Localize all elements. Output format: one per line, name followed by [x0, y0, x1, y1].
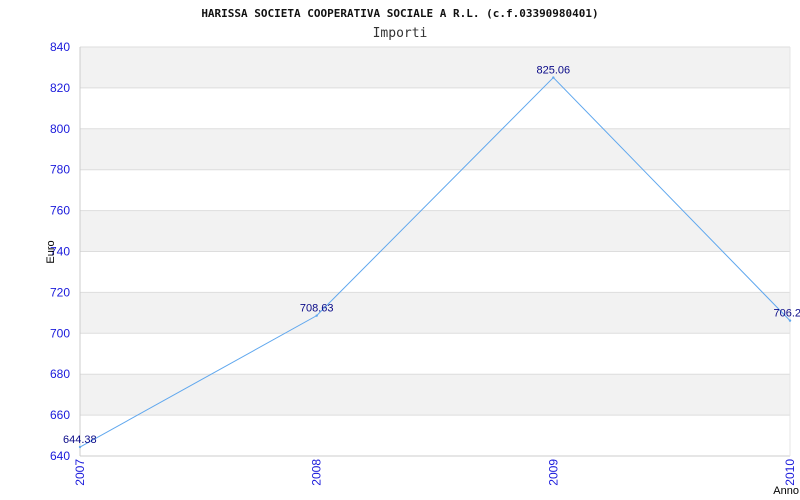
data-point: [552, 76, 555, 79]
y-tick-label: 760: [50, 204, 70, 218]
data-point: [78, 445, 82, 449]
data-label: 644.38: [63, 434, 97, 446]
x-tick-label: 2010: [783, 459, 797, 486]
y-tick-label: 800: [50, 122, 70, 136]
chart: 640 660 680 700 720 740 760 780 800 820 840 2007 20…: [0, 0, 800, 500]
chart-subtitle: Importi: [373, 26, 428, 41]
y-tick-label: 660: [50, 408, 70, 422]
data-label: 825.06: [537, 65, 571, 77]
y-tick-label: 840: [50, 40, 70, 54]
data-label: 708.63: [300, 303, 334, 315]
x-tick-label: 2009: [546, 459, 560, 486]
data-label: 706.2: [773, 308, 800, 320]
grid-band: [80, 292, 790, 334]
line-chart: 640660680700720740760780800820840 2007 20…: [45, 7, 800, 497]
chart-title: HARISSA SOCIETA COOPERATIVA SOCIALE A R.…: [201, 7, 598, 20]
x-tick-label: 2007: [73, 459, 87, 486]
grid-band: [80, 374, 790, 416]
y-tick-label: 780: [50, 163, 70, 177]
data-point: [788, 319, 792, 322]
y-tick-label: 640: [50, 449, 70, 463]
y-tick-label: 820: [50, 81, 70, 95]
grid-band: [80, 47, 790, 88]
grid-band: [80, 210, 790, 252]
x-tick-label: 2008: [310, 459, 324, 486]
grid-band: [80, 128, 790, 170]
y-axis-label: Euro: [45, 240, 57, 263]
data-point: [315, 314, 318, 317]
x-tick-labels: 2007 2008 2009 2010: [73, 459, 797, 486]
y-tick-label: 720: [50, 285, 70, 299]
y-tick-label: 700: [50, 326, 70, 340]
y-tick-label: 680: [50, 367, 70, 381]
x-axis-label: Anno: [773, 485, 799, 497]
